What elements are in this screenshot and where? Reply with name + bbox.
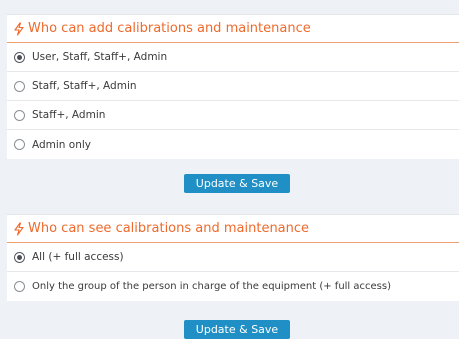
radio-label: Staff+, Admin (32, 109, 106, 121)
radio-option-staffplus-admin[interactable]: Staff+, Admin (7, 101, 459, 130)
radio-button[interactable] (14, 51, 25, 63)
see-permissions-panel: Who can see calibrations and maintenance… (7, 214, 459, 301)
lightning-icon (14, 221, 24, 236)
radio-label: Only the group of the person in charge o… (32, 281, 391, 292)
radio-button[interactable] (14, 139, 25, 150)
radio-label: All (+ full access) (32, 251, 124, 263)
radio-label: Admin only (32, 138, 92, 151)
radio-option-user-staff-admin[interactable]: User, Staff, Staff+, Admin (7, 43, 459, 72)
add-permissions-header: Who can add calibrations and maintenance (7, 15, 459, 43)
update-save-button[interactable]: Update & Save (184, 320, 290, 339)
see-permissions-header: Who can see calibrations and maintenance (7, 215, 459, 243)
radio-option-all[interactable]: All (+ full access) (7, 243, 459, 272)
radio-button[interactable] (14, 281, 25, 292)
radio-button[interactable] (14, 251, 25, 263)
radio-label: Staff, Staff+, Admin (32, 80, 137, 92)
radio-option-admin-only[interactable]: Admin only (7, 130, 459, 159)
radio-button[interactable] (14, 80, 25, 92)
add-permissions-title: Who can add calibrations and maintenance (28, 21, 311, 36)
add-permissions-panel: Who can add calibrations and maintenance… (7, 14, 459, 159)
update-save-button[interactable]: Update & Save (184, 174, 290, 193)
radio-option-group-in-charge[interactable]: Only the group of the person in charge o… (7, 272, 459, 301)
lightning-icon (14, 21, 24, 36)
see-permissions-title: Who can see calibrations and maintenance (28, 221, 310, 236)
radio-label: User, Staff, Staff+, Admin (32, 51, 168, 63)
radio-option-staff-admin[interactable]: Staff, Staff+, Admin (7, 72, 459, 101)
radio-button[interactable] (14, 109, 25, 121)
